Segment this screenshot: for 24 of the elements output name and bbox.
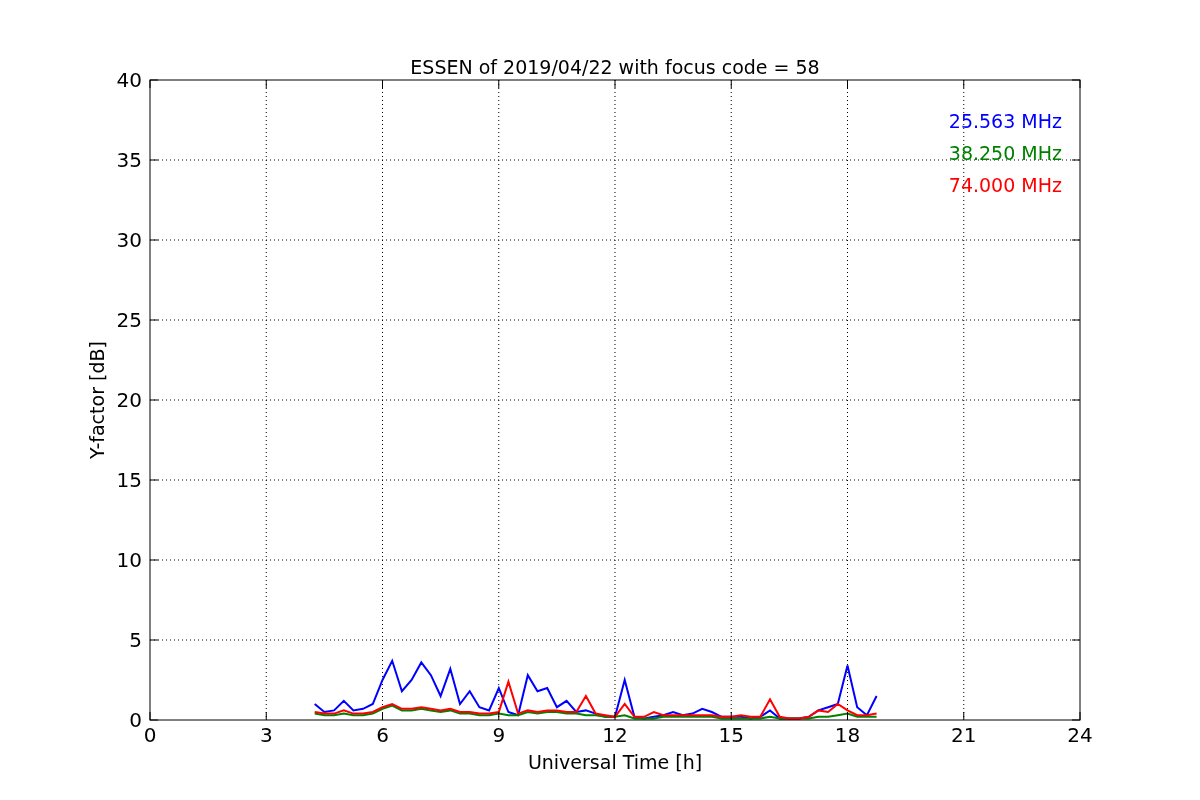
- legend-label: 25.563 MHz: [948, 110, 1062, 132]
- y-tick-label: 30: [116, 228, 142, 252]
- x-tick-label: 12: [602, 723, 628, 747]
- y-tick-label: 40: [116, 68, 142, 92]
- y-tick-label: 10: [116, 548, 142, 572]
- legend-label: 38.250 MHz: [948, 142, 1062, 164]
- y-tick-label: 15: [116, 468, 142, 492]
- legend-label: 74.000 MHz: [948, 174, 1062, 196]
- x-axis-label: Universal Time [h]: [527, 751, 703, 773]
- x-tick-label: 6: [376, 723, 389, 747]
- chart-title: ESSEN of 2019/04/22 with focus code = 58: [410, 56, 820, 78]
- x-tick-label: 3: [259, 723, 273, 747]
- x-tick-label: 18: [834, 723, 861, 747]
- x-tick-label: 21: [951, 723, 977, 747]
- y-tick-label: 0: [129, 708, 142, 732]
- y-tick-label: 25: [116, 308, 142, 332]
- x-tick-label: 15: [718, 723, 744, 747]
- x-tick-label: 0: [143, 723, 157, 747]
- y-tick-label: 20: [116, 388, 142, 412]
- x-tick-label: 9: [492, 723, 506, 747]
- y-axis-label: Y-factor [dB]: [86, 341, 108, 459]
- y-tick-label: 35: [116, 148, 142, 172]
- x-tick-label: 24: [1067, 723, 1093, 747]
- y-tick-label: 5: [129, 628, 142, 652]
